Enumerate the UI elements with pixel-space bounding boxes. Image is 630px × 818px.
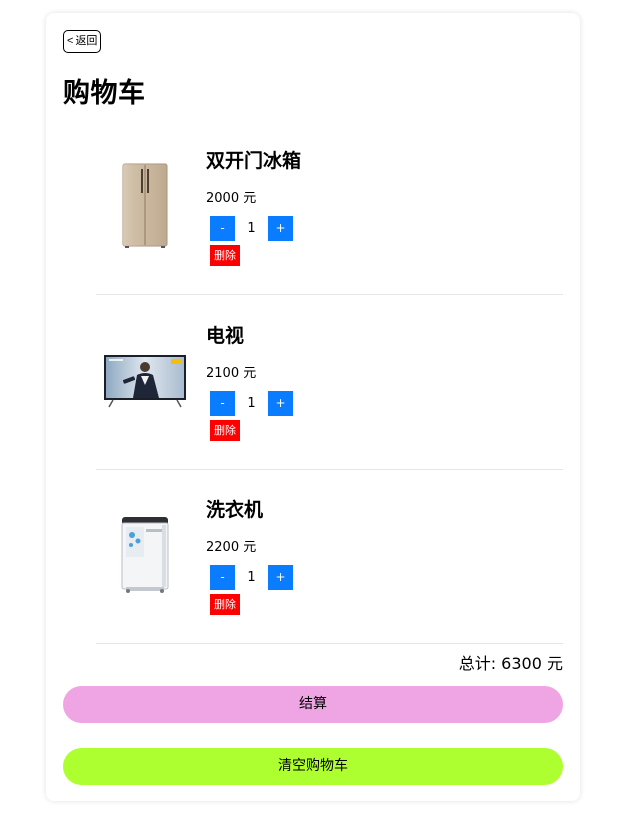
delete-button[interactable]: 删除 [210, 420, 240, 441]
back-button[interactable]: < 返回 [63, 30, 102, 53]
delete-button[interactable]: 删除 [210, 594, 240, 615]
total-amount: 总计: 6300 元 [458, 654, 563, 673]
checkout-button[interactable]: 结算 [63, 686, 563, 723]
washing-machine-image [96, 510, 194, 600]
item-name: 双开门冰箱 [206, 150, 302, 172]
item-price: 2200 元 [206, 540, 257, 555]
cart-item: 电视 2100 元 - 1 + 删除 [96, 296, 563, 470]
quantity-stepper: - 1 + [210, 216, 293, 241]
item-name: 电视 [206, 325, 245, 347]
increase-button[interactable]: + [268, 565, 293, 590]
back-label: 返回 [75, 35, 98, 47]
chevron-left-icon: < [67, 35, 74, 47]
decrease-button[interactable]: - [210, 216, 235, 241]
item-price: 2000 元 [206, 191, 257, 206]
item-name: 洗衣机 [206, 499, 264, 521]
decrease-button[interactable]: - [210, 565, 235, 590]
quantity-value: 1 [247, 396, 256, 411]
quantity-stepper: - 1 + [210, 565, 293, 590]
delete-button[interactable]: 删除 [210, 245, 240, 266]
item-price: 2100 元 [206, 366, 257, 381]
increase-button[interactable]: + [268, 216, 293, 241]
television-image [96, 336, 194, 426]
cart-card: < 返回 购物车 双开门冰箱 2000 元 - 1 + 删除 电视 2100 元… [46, 13, 580, 801]
refrigerator-image [96, 161, 194, 251]
quantity-value: 1 [247, 221, 256, 236]
clear-cart-button[interactable]: 清空购物车 [63, 748, 563, 785]
page-title: 购物车 [63, 78, 146, 109]
cart-item: 双开门冰箱 2000 元 - 1 + 删除 [96, 121, 563, 295]
cart-item: 洗衣机 2200 元 - 1 + 删除 [96, 470, 563, 644]
quantity-value: 1 [247, 570, 256, 585]
increase-button[interactable]: + [268, 391, 293, 416]
decrease-button[interactable]: - [210, 391, 235, 416]
quantity-stepper: - 1 + [210, 391, 293, 416]
